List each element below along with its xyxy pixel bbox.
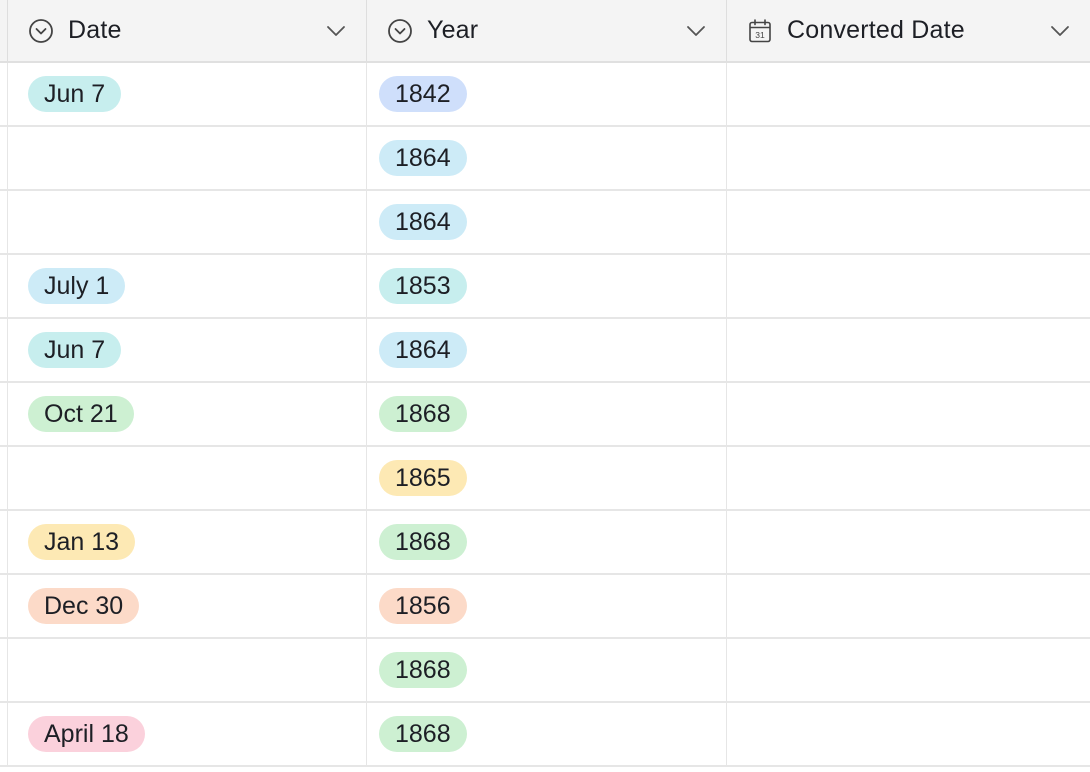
data-grid: Date Year 31 Converted Date Jun 7 1842 1… — [0, 0, 1090, 772]
table-row[interactable]: 1865 — [0, 447, 1090, 511]
date-cell[interactable]: July 1 — [7, 255, 367, 317]
converted-date-cell[interactable] — [727, 63, 1090, 125]
chevron-down-icon[interactable] — [1050, 21, 1070, 41]
year-cell[interactable]: 1864 — [367, 319, 727, 381]
year-cell[interactable]: 1868 — [367, 511, 727, 573]
year-tag[interactable]: 1864 — [379, 140, 467, 176]
table-row[interactable]: April 18 1868 — [0, 703, 1090, 767]
date-tag[interactable]: Oct 21 — [28, 396, 134, 432]
year-tag[interactable]: 1864 — [379, 332, 467, 368]
year-cell[interactable]: 1868 — [367, 703, 727, 765]
table-row[interactable]: Dec 30 1856 — [0, 575, 1090, 639]
converted-date-cell[interactable] — [727, 127, 1090, 189]
table-row[interactable]: 1864 — [0, 191, 1090, 255]
date-cell[interactable]: Dec 30 — [7, 575, 367, 637]
table-row[interactable]: 1868 — [0, 639, 1090, 703]
date-tag[interactable]: Dec 30 — [28, 588, 140, 624]
year-cell[interactable]: 1864 — [367, 191, 727, 253]
chevron-down-icon[interactable] — [326, 21, 346, 41]
date-tag[interactable]: July 1 — [28, 268, 126, 304]
column-header-label: Converted Date — [787, 16, 965, 44]
calendar-icon-day: 31 — [755, 30, 765, 40]
year-tag[interactable]: 1868 — [379, 716, 467, 752]
column-header-label: Year — [427, 16, 479, 44]
column-header-date[interactable]: Date — [7, 0, 367, 61]
calendar-icon: 31 — [747, 18, 773, 44]
date-cell[interactable]: Jun 7 — [7, 63, 367, 125]
year-cell[interactable]: 1856 — [367, 575, 727, 637]
grid-body: Jun 7 1842 1864 1864 July 1 1853 Jun 7 1… — [0, 63, 1090, 767]
date-tag[interactable]: Jan 13 — [28, 524, 136, 560]
table-row[interactable]: Oct 21 1868 — [0, 383, 1090, 447]
year-tag[interactable]: 1842 — [379, 76, 467, 112]
table-row[interactable]: Jan 13 1868 — [0, 511, 1090, 575]
converted-date-cell[interactable] — [727, 255, 1090, 317]
date-cell[interactable]: Oct 21 — [7, 383, 367, 445]
column-header-converted-date[interactable]: 31 Converted Date — [727, 0, 1090, 61]
year-cell[interactable]: 1864 — [367, 127, 727, 189]
converted-date-cell[interactable] — [727, 703, 1090, 765]
date-cell[interactable] — [7, 127, 367, 189]
converted-date-cell[interactable] — [727, 575, 1090, 637]
year-cell[interactable]: 1865 — [367, 447, 727, 509]
year-tag[interactable]: 1856 — [379, 588, 467, 624]
year-cell[interactable]: 1868 — [367, 639, 727, 701]
year-tag[interactable]: 1853 — [379, 268, 467, 304]
converted-date-cell[interactable] — [727, 319, 1090, 381]
year-cell[interactable]: 1853 — [367, 255, 727, 317]
converted-date-cell[interactable] — [727, 639, 1090, 701]
converted-date-cell[interactable] — [727, 383, 1090, 445]
converted-date-cell[interactable] — [727, 447, 1090, 509]
column-header-label: Date — [68, 16, 122, 44]
date-cell[interactable] — [7, 447, 367, 509]
year-cell[interactable]: 1868 — [367, 383, 727, 445]
table-row[interactable]: Jun 7 1842 — [0, 63, 1090, 127]
grid-header: Date Year 31 Converted Date — [0, 0, 1090, 63]
year-tag[interactable]: 1865 — [379, 460, 467, 496]
converted-date-cell[interactable] — [727, 511, 1090, 573]
table-row[interactable]: 1864 — [0, 127, 1090, 191]
date-tag[interactable]: Jun 7 — [28, 76, 122, 112]
year-tag[interactable]: 1868 — [379, 396, 467, 432]
single-select-icon — [28, 18, 54, 44]
year-tag[interactable]: 1864 — [379, 204, 467, 240]
date-cell[interactable]: April 18 — [7, 703, 367, 765]
year-tag[interactable]: 1868 — [379, 652, 467, 688]
year-tag[interactable]: 1868 — [379, 524, 467, 560]
date-tag[interactable]: April 18 — [28, 716, 145, 752]
date-cell[interactable] — [7, 639, 367, 701]
column-header-year[interactable]: Year — [367, 0, 727, 61]
table-row[interactable]: Jun 7 1864 — [0, 319, 1090, 383]
chevron-down-icon[interactable] — [686, 21, 706, 41]
converted-date-cell[interactable] — [727, 191, 1090, 253]
date-cell[interactable] — [7, 191, 367, 253]
date-cell[interactable]: Jan 13 — [7, 511, 367, 573]
year-cell[interactable]: 1842 — [367, 63, 727, 125]
date-cell[interactable]: Jun 7 — [7, 319, 367, 381]
date-tag[interactable]: Jun 7 — [28, 332, 122, 368]
table-row[interactable]: July 1 1853 — [0, 255, 1090, 319]
single-select-icon — [387, 18, 413, 44]
